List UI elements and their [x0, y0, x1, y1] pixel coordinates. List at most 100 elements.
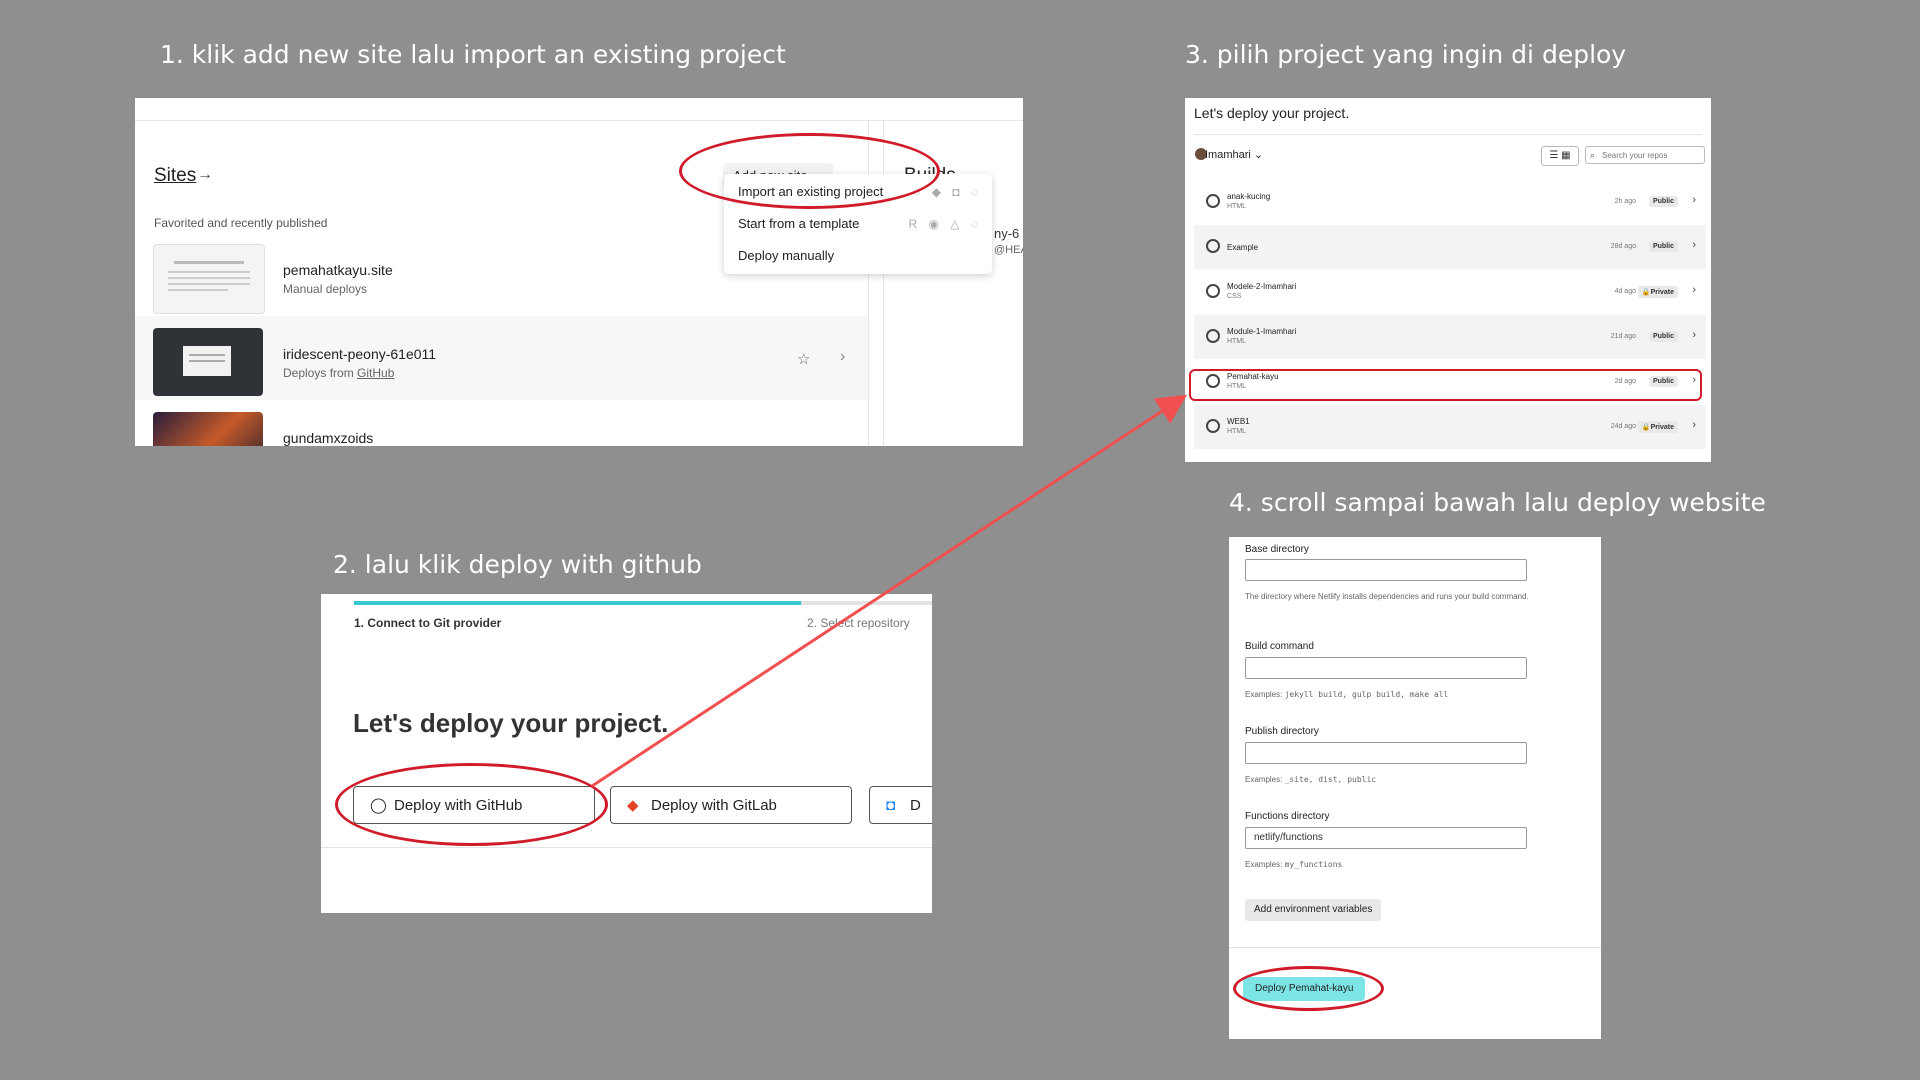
github-link[interactable]: GitHub [357, 366, 394, 380]
site-deploy-info: Manual deploys [283, 282, 368, 296]
screenshot-sites-dashboard: Sites → Favorited and recently published… [135, 98, 1023, 446]
repo-updated: 28d ago [1610, 243, 1636, 250]
button-label: D [910, 797, 921, 814]
add-site-dropdown: Import an existing project ◌ ◆ ◘ ◌ Start… [724, 174, 992, 274]
build-command-hint: Examples: jekyll build, gulp build, make… [1245, 688, 1535, 701]
caption-step-3: 3. pilih project yang ingin di deploy [1185, 40, 1627, 69]
deploy-with-github-button[interactable]: ◯ Deploy with GitHub [353, 786, 595, 824]
repo-row[interactable]: Example 28d ago Public › [1194, 225, 1706, 269]
deploy-site-button[interactable]: Deploy Pemahat-kayu [1243, 977, 1366, 1001]
site-name: gundamxzoids [283, 430, 374, 446]
chevron-right-icon: › [1692, 419, 1696, 431]
functions-directory-label: Functions directory [1245, 811, 1330, 822]
deploy-with-bitbucket-button[interactable]: ◘ D [869, 786, 932, 824]
caption-step-4: 4. scroll sampai bawah lalu deploy websi… [1229, 488, 1766, 517]
chevron-right-icon: › [1692, 194, 1696, 206]
arrow-right-icon: → [197, 166, 213, 183]
github-icon [1206, 374, 1220, 388]
site-row[interactable]: gundamxzoids [135, 400, 868, 446]
owner-selector[interactable]: Imamhari ⌄ [1205, 148, 1263, 161]
page-title: Let's deploy your project. [1194, 105, 1350, 121]
hint-code: my_functions [1284, 860, 1343, 869]
git-provider-icons: ◌ ◆ ◘ ◌ [913, 185, 982, 199]
star-icon[interactable]: ☆ [797, 350, 810, 368]
gitlab-icon: ◆ [627, 797, 639, 814]
menu-item-import-existing-project[interactable]: Import an existing project ◌ ◆ ◘ ◌ [724, 176, 992, 208]
repo-row[interactable]: WEB1 HTML 24d ago 🔒Private › [1194, 405, 1706, 449]
repo-row[interactable]: Module-1-Imamhari HTML 21d ago Public › [1194, 315, 1706, 359]
github-icon [1206, 194, 1220, 208]
builds-card: Builds → ny-6 @HEA [883, 120, 1023, 446]
repo-updated: 24d ago [1610, 423, 1636, 430]
publish-directory-label: Publish directory [1245, 726, 1319, 737]
menu-item-label: Deploy manually [738, 248, 835, 263]
divider [321, 847, 932, 848]
repo-row-pemahat-kayu[interactable]: Pemahat-kayu HTML 2d ago Public › [1194, 360, 1706, 404]
visibility-badge: 🔒Private [1637, 286, 1678, 298]
chevron-right-icon: › [1692, 284, 1696, 296]
repo-name: Pemahat-kayu [1227, 372, 1279, 381]
screenshot-build-settings: Base directory The directory where Netli… [1229, 537, 1601, 1039]
step-1-label: 1. Connect to Git provider [354, 616, 502, 630]
site-row[interactable]: iridescent-peony-61e011 Deploys from Git… [135, 316, 868, 400]
repo-name: anak-kucing [1227, 192, 1271, 201]
search-icon: ⌕ [1590, 150, 1596, 160]
publish-directory-input[interactable] [1245, 742, 1527, 764]
builds-snippet-sub: @HEA [994, 244, 1023, 256]
add-environment-variables-button[interactable]: Add environment variables [1245, 899, 1382, 921]
build-command-label: Build command [1245, 641, 1314, 652]
divider [1229, 947, 1601, 948]
deploy-with-gitlab-button[interactable]: ◆ Deploy with GitLab [610, 786, 852, 824]
site-name: iridescent-peony-61e011 [283, 346, 437, 362]
visibility-badge: Public [1648, 331, 1678, 342]
repo-row[interactable]: anak-kucing HTML 2h ago Public › [1194, 180, 1706, 224]
divider [1194, 134, 1702, 135]
hint-prefix: Examples: [1245, 860, 1285, 869]
builds-snippet: ny-6 [994, 226, 1020, 241]
bitbucket-icon: ◘ [886, 797, 896, 814]
publish-directory-hint: Examples: _site, dist, public [1245, 773, 1535, 786]
sites-title-link[interactable]: Sites [154, 165, 196, 187]
repo-name: Example [1227, 243, 1259, 252]
button-label: Deploy with GitLab [651, 797, 777, 814]
base-directory-label: Base directory [1245, 544, 1309, 555]
page-heading: Let's deploy your project. [353, 708, 669, 738]
github-icon [1206, 239, 1220, 253]
site-thumbnail [153, 244, 265, 314]
site-deploy-info: Deploys from GitHub [283, 366, 394, 380]
base-directory-hint: The directory where Netlify installs dep… [1245, 592, 1529, 601]
chevron-right-icon: › [1692, 374, 1696, 386]
github-icon: ◯ [370, 797, 387, 814]
repo-updated: 4d ago [1614, 288, 1636, 295]
repo-name: WEB1 [1227, 417, 1250, 426]
menu-item-deploy-manually[interactable]: Deploy manually [724, 240, 992, 272]
repo-name: Module-1-Imamhari [1227, 327, 1297, 336]
screenshot-select-repository: Let's deploy your project. Imamhari ⌄ ☰ … [1185, 98, 1711, 462]
menu-item-label: Start from a template [738, 216, 860, 231]
github-icon [1206, 329, 1220, 343]
progress-bar-remaining [801, 601, 932, 605]
repo-name: Modele-2-Imamhari [1227, 282, 1297, 291]
caption-step-2: 2. lalu klik deploy with github [333, 550, 702, 579]
functions-directory-hint: Examples: my_functions [1245, 858, 1535, 871]
base-directory-input[interactable] [1245, 559, 1527, 581]
github-icon [1206, 419, 1220, 433]
view-toggle[interactable]: ☰ ▦ [1541, 146, 1579, 166]
functions-directory-input[interactable]: netlify/functions [1245, 827, 1527, 849]
repo-updated: 2d ago [1614, 378, 1636, 385]
menu-item-start-from-template[interactable]: Start from a template R ◉ △ ◌ [724, 208, 992, 240]
visibility-badge: Public [1648, 241, 1678, 252]
top-strip [135, 98, 1023, 121]
caption-step-1: 1. klik add new site lalu import an exis… [160, 40, 786, 69]
chevron-right-icon[interactable]: › [840, 348, 845, 366]
button-label: Deploy with GitHub [394, 797, 523, 814]
search-input[interactable]: Search your repos [1585, 146, 1705, 164]
repo-row[interactable]: Modele-2-Imamhari CSS 4d ago 🔒Private › [1194, 270, 1706, 314]
hint-prefix: Examples: [1245, 775, 1285, 784]
build-command-input[interactable] [1245, 657, 1527, 679]
sites-card: Sites → Favorited and recently published… [135, 120, 869, 446]
visibility-badge: Public [1648, 376, 1678, 387]
repo-language: HTML [1227, 338, 1247, 345]
hint-code: jekyll build, gulp build, make all [1284, 690, 1449, 699]
site-thumbnail [153, 328, 263, 396]
